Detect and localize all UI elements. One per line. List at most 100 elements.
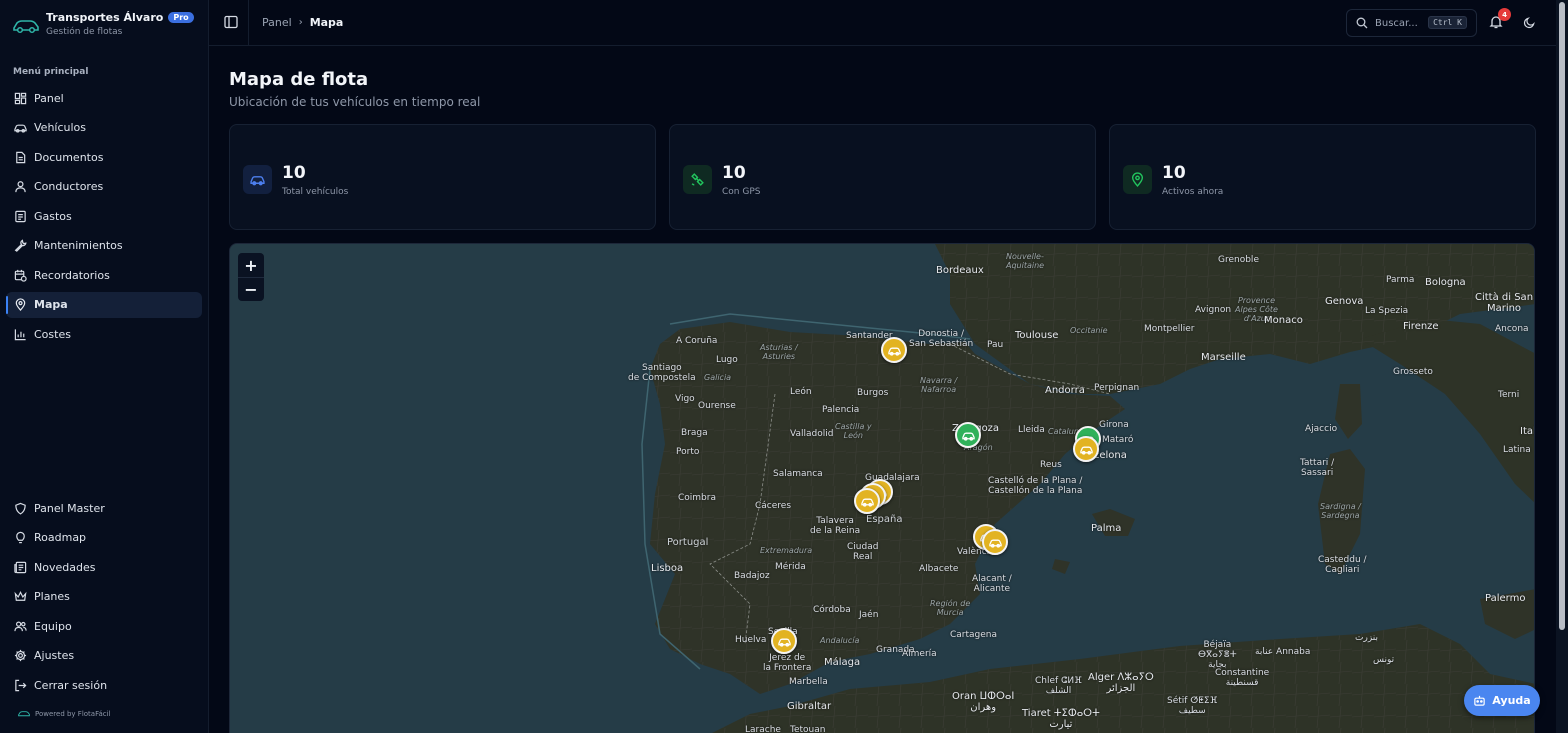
help-button[interactable]: Ayuda: [1464, 685, 1540, 716]
vehicle-marker[interactable]: [881, 337, 907, 363]
search-icon: [1356, 17, 1368, 29]
sidebar-item-ajustes[interactable]: Ajustes: [6, 643, 202, 669]
map-label: Almería: [902, 649, 937, 659]
map-label: Girona: [1099, 420, 1129, 430]
map-label: León: [790, 387, 812, 397]
stat-label: Con GPS: [722, 187, 761, 197]
receipt-icon: [14, 210, 27, 223]
sidebar-item-label: Roadmap: [34, 531, 87, 544]
breadcrumb: Panel › Mapa: [262, 16, 343, 29]
sidebar-item-equipo[interactable]: Equipo: [6, 613, 202, 639]
sidebar-item-planes[interactable]: Planes: [6, 584, 202, 610]
map-label: Valladolid: [790, 429, 834, 439]
newspaper-icon: [14, 561, 27, 574]
map-label: Reus: [1040, 460, 1062, 470]
vehicle-marker[interactable]: [982, 529, 1008, 555]
page-scrollbar[interactable]: [1556, 0, 1568, 733]
sidebar-item-cerrar-sesion[interactable]: Cerrar sesión: [6, 672, 202, 698]
map-label: Tetouan: [790, 725, 826, 733]
secondary-nav: Panel Master Roadmap Novedades Planes Eq…: [6, 495, 202, 702]
calendar-clock-icon: [14, 269, 27, 282]
sidebar-item-panel-master[interactable]: Panel Master: [6, 495, 202, 521]
gear-icon: [14, 649, 27, 662]
map-label: Ourense: [698, 401, 736, 411]
fleet-map[interactable]: + − Bordeaux Nouvelle- Aquitaine Toulous…: [229, 243, 1535, 733]
sidebar-item-mapa[interactable]: Mapa: [6, 291, 202, 318]
sidebar-item-label: Mapa: [34, 298, 68, 311]
map-label: Talavera de la Reina: [810, 516, 861, 536]
sidebar-item-label: Gastos: [34, 209, 72, 223]
map-label: Grosseto: [1393, 367, 1433, 377]
map-label: Marbella: [789, 677, 828, 687]
vehicle-marker[interactable]: [955, 422, 981, 448]
brand-subtitle: Gestión de flotas: [46, 27, 123, 37]
plan-badge: Pro: [168, 12, 194, 23]
map-label: Occitanie: [1070, 326, 1108, 335]
map-label: Città di San Marino: [1475, 292, 1534, 314]
dashboard-icon: [14, 92, 27, 105]
map-label: Bologna: [1425, 277, 1466, 288]
vehicle-marker[interactable]: [771, 628, 797, 654]
map-label: Béjaïa ⴱⴳⴰⵢⴻⵜ بجاية: [1198, 640, 1237, 670]
sidebar-item-panel[interactable]: Panel: [6, 85, 202, 111]
brand[interactable]: Transportes Álvaro Pro Gestión de flotas: [12, 11, 194, 37]
sidebar-item-label: Vehículos: [34, 121, 87, 134]
search-shortcut: Ctrl K: [1428, 16, 1467, 29]
car-icon: [988, 539, 1002, 548]
map-label: Marseille: [1201, 352, 1246, 363]
zoom-in-button[interactable]: +: [238, 253, 264, 277]
map-label: Latina: [1503, 445, 1531, 455]
powered-by-text: Powered by FlotaFácil: [35, 709, 111, 718]
map-label: Andalucía: [820, 636, 860, 645]
sidebar-item-label: Planes: [34, 590, 70, 603]
stat-label: Total vehículos: [282, 187, 349, 197]
car-icon: [777, 638, 791, 647]
menu-section-label: Menú principal: [13, 67, 89, 77]
sidebar-item-documentos[interactable]: Documentos: [6, 144, 202, 170]
map-label: Burgos: [857, 388, 889, 398]
search-button[interactable]: Buscar... Ctrl K: [1346, 9, 1477, 37]
scrollbar-thumb[interactable]: [1559, 2, 1565, 630]
car-icon: [961, 432, 975, 441]
sidebar-item-roadmap[interactable]: Roadmap: [6, 525, 202, 551]
map-label: Santiago de Compostela: [628, 363, 696, 383]
map-label: Ancona: [1495, 324, 1529, 334]
sidebar: Transportes Álvaro Pro Gestión de flotas …: [0, 0, 209, 733]
sidebar-item-gastos[interactable]: Gastos: [6, 203, 202, 229]
map-label: Oran ⵡⵀⵔⴰⵏ وهران: [952, 691, 1015, 713]
map-label: Región de Murcia: [930, 599, 971, 617]
stat-icon-box: [1123, 165, 1152, 194]
map-pin-icon: [14, 298, 27, 311]
sidebar-toggle-icon[interactable]: [223, 14, 239, 30]
powered-by[interactable]: Powered by FlotaFácil: [17, 709, 111, 718]
map-label: A Coruña: [676, 336, 718, 346]
vehicle-marker[interactable]: [854, 488, 880, 514]
bot-icon: [1474, 695, 1486, 706]
map-label: Porto: [676, 447, 700, 457]
map-label: Mataró: [1102, 435, 1134, 445]
breadcrumb-home[interactable]: Panel: [262, 16, 292, 29]
map-label: España: [866, 514, 903, 525]
bar-chart-icon: [14, 328, 27, 341]
sidebar-item-recordatorios[interactable]: Recordatorios: [6, 262, 202, 288]
zoom-control: + −: [238, 253, 264, 301]
map-label: Palermo: [1485, 593, 1526, 604]
topbar: Panel › Mapa Buscar... Ctrl K 4: [209, 0, 1556, 46]
map-label: Jaén: [859, 610, 879, 620]
zoom-out-button[interactable]: −: [238, 277, 264, 301]
sidebar-item-novedades[interactable]: Novedades: [6, 554, 202, 580]
sidebar-item-label: Costes: [34, 327, 71, 341]
map-label: Tattari / Sassari: [1300, 458, 1335, 478]
sidebar-item-label: Cerrar sesión: [34, 678, 108, 692]
sidebar-item-mantenimientos[interactable]: Mantenimientos: [6, 233, 202, 259]
map-label: Montpellier: [1144, 324, 1195, 334]
map-label: Badajoz: [734, 571, 770, 581]
sidebar-item-conductores[interactable]: Conductores: [6, 174, 202, 200]
moon-icon[interactable]: [1523, 16, 1536, 29]
sidebar-item-costes[interactable]: Costes: [6, 321, 202, 347]
document-icon: [14, 151, 27, 164]
map-label: Galicia: [704, 373, 732, 382]
map-label: تونس: [1373, 655, 1395, 665]
vehicle-marker[interactable]: [1073, 436, 1099, 462]
sidebar-item-vehiculos[interactable]: Vehículos: [6, 115, 202, 141]
